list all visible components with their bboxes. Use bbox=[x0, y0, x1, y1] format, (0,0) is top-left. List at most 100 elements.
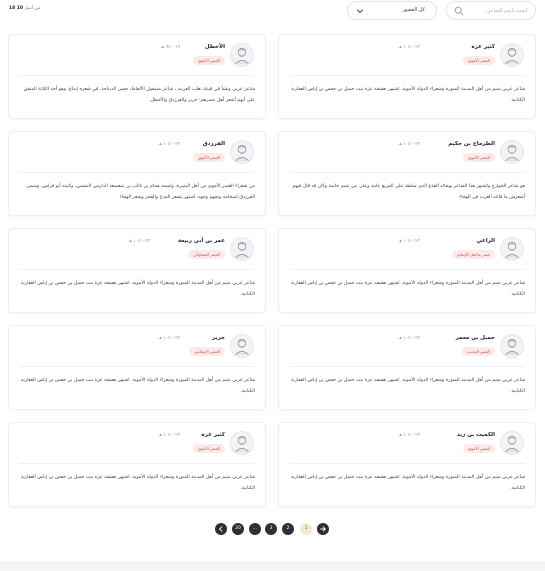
card-divider bbox=[289, 172, 525, 173]
pagination-next-button[interactable] bbox=[317, 523, 329, 535]
poet-dates: ٢٣ - ١٠٥ هـ bbox=[398, 45, 420, 50]
card-divider bbox=[289, 366, 525, 367]
poet-avatar bbox=[230, 237, 254, 261]
poet-card[interactable]: عمر بن أبي ربيعة ٢٣ - ١٠٥ هـ العصر المملوك… bbox=[8, 228, 266, 313]
poet-name[interactable]: كثير عزة bbox=[472, 44, 495, 50]
poet-name[interactable]: عمر بن أبي ربيعة bbox=[178, 238, 225, 244]
poet-card[interactable]: جرير ٢٣ - ١٠٥ هـ العصر الإسلامي شاعر عربي م… bbox=[8, 325, 266, 410]
poet-dates: ٢٣ - ١٠٥ هـ bbox=[398, 239, 420, 244]
card-divider bbox=[19, 463, 255, 464]
search-icon[interactable] bbox=[454, 6, 464, 16]
poet-bio: هو شاعر الخوارج واشتهر هذا الشاعر بهجائه… bbox=[292, 184, 525, 200]
poet-name[interactable]: الكميت بن زيد bbox=[457, 432, 495, 438]
pagination-prev-button[interactable] bbox=[215, 523, 227, 535]
chevron-down-icon bbox=[357, 9, 363, 14]
poet-card[interactable]: جميل بن معمر ٢٣ - ١٠٥ هـ العصر الحديث شاعر … bbox=[278, 325, 536, 410]
poet-portrait-icon bbox=[504, 339, 520, 356]
poet-bio: شاعر عربي متيم من أهل المدينة المنورة وش… bbox=[291, 281, 525, 297]
poet-bio: شاعر عربي ونشأ في قبيلة تغلب العربية ، ش… bbox=[23, 87, 255, 103]
poet-bio: شاعر عربي متيم من أهل المدينة المنورة وش… bbox=[291, 87, 525, 103]
poet-dates: ٢٣ - ١٠٥ هـ bbox=[158, 433, 180, 438]
poets-list-page: كل العصور 18 من أصل 10 كثير عزة ٢٣ - ١٠٥ … bbox=[0, 0, 545, 571]
footer bbox=[0, 561, 545, 571]
era-filter-select[interactable]: كل العصور bbox=[347, 1, 437, 20]
poet-dates: ١٩ - ٩٢ هـ bbox=[160, 45, 180, 50]
era-badge: العصر الأموي bbox=[463, 153, 495, 162]
poet-dates: ٢٣ - ١٠٥ هـ bbox=[158, 142, 180, 147]
poet-portrait-icon bbox=[234, 242, 250, 259]
poet-dates: ٢٣ - ١٠٥ هـ bbox=[398, 433, 420, 438]
poet-avatar bbox=[500, 140, 524, 164]
pagination: 20 ... 3 2 1 bbox=[0, 523, 545, 537]
card-divider bbox=[289, 75, 525, 76]
toolbar: كل العصور 18 من أصل 10 bbox=[0, 0, 545, 24]
era-filter-value: كل العصور bbox=[402, 7, 425, 13]
pagination-page-1[interactable]: 1 bbox=[300, 523, 312, 535]
poet-avatar bbox=[230, 140, 254, 164]
poet-name[interactable]: الفرزدق bbox=[203, 141, 225, 147]
card-divider bbox=[19, 172, 255, 173]
era-badge: العصر الأموي bbox=[193, 153, 225, 162]
pagination-page-last[interactable]: 20 bbox=[232, 523, 244, 535]
poet-portrait-icon bbox=[504, 145, 520, 162]
card-divider bbox=[289, 269, 525, 270]
poet-card[interactable]: كثير عزة ٢٣ - ١٠٥ هـ العصر الأموي شاعر عربي… bbox=[8, 422, 266, 507]
poet-name[interactable]: الطرماح بن حكيم bbox=[448, 141, 495, 147]
poet-portrait-icon bbox=[234, 145, 250, 162]
poet-name[interactable]: جرير bbox=[212, 335, 225, 341]
era-badge: العصر الأموي bbox=[193, 56, 225, 65]
era-badge: العصر الحديث bbox=[461, 347, 495, 356]
era-badge: العصر الأموي bbox=[463, 56, 495, 65]
results-count: 18 من أصل 10 bbox=[9, 6, 40, 11]
era-badge: العصر الأموي bbox=[193, 444, 225, 453]
poet-portrait-icon bbox=[234, 436, 250, 453]
poet-dates: ٢٣ - ١٠٥ هـ bbox=[398, 142, 420, 147]
poet-avatar bbox=[500, 431, 524, 455]
arrow-right-icon bbox=[320, 526, 326, 532]
poet-bio: شاعر عربي متيم من أهل المدينة المنورة وش… bbox=[291, 475, 525, 491]
poet-avatar bbox=[230, 334, 254, 358]
poet-card[interactable]: كثير عزة ٢٣ - ١٠٥ هـ العصر الأموي شاعر عربي… bbox=[278, 34, 536, 119]
poet-avatar bbox=[500, 43, 524, 67]
poet-dates: ٢٣ - ١٠٥ هـ bbox=[158, 336, 180, 341]
results-prefix: من أصل bbox=[24, 6, 41, 11]
poet-avatar bbox=[230, 431, 254, 455]
pagination-page-3[interactable]: 3 bbox=[265, 523, 277, 535]
search-box[interactable] bbox=[446, 1, 536, 20]
poet-avatar bbox=[500, 334, 524, 358]
poet-card[interactable]: الفرزدق ٢٣ - ١٠٥ هـ العصر الأموي من شعراء ا… bbox=[8, 131, 266, 216]
era-badge: العصر الأموي bbox=[463, 444, 495, 453]
search-input[interactable] bbox=[465, 5, 527, 17]
results-total: 18 bbox=[9, 6, 16, 11]
poet-avatar bbox=[230, 43, 254, 67]
poet-card[interactable]: الطرماح بن حكيم ٢٣ - ١٠٥ هـ العصر الأموي هو… bbox=[278, 131, 536, 216]
era-badge: عصر ما قبل الإسلام bbox=[452, 250, 495, 259]
card-divider bbox=[19, 366, 255, 367]
poet-avatar bbox=[500, 237, 524, 261]
arrow-left-icon bbox=[218, 526, 223, 532]
poet-portrait-icon bbox=[504, 436, 520, 453]
poet-portrait-icon bbox=[504, 48, 520, 65]
pagination-page-2[interactable]: 2 bbox=[282, 523, 294, 535]
poet-dates: ٢٣ - ١٠٥ هـ bbox=[398, 336, 420, 341]
poet-card[interactable]: الكميت بن زيد ٢٣ - ١٠٥ هـ العصر الأموي شاعر… bbox=[278, 422, 536, 507]
poet-name[interactable]: الراعي bbox=[476, 238, 495, 244]
poet-bio: من شعراء العصر الأموي من أهل البصرة، واس… bbox=[26, 184, 255, 200]
results-shown: 10 bbox=[16, 6, 23, 11]
pagination-ellipsis: ... bbox=[249, 523, 261, 535]
poet-card[interactable]: الأخطل ١٩ - ٩٢ هـ العصر الأموي شاعر عربي ون… bbox=[8, 34, 266, 119]
poet-name[interactable]: الأخطل bbox=[205, 44, 225, 50]
poet-dates: ٢٣ - ١٠٥ هـ bbox=[128, 239, 150, 244]
era-badge: العصر الإسلامي bbox=[189, 347, 225, 356]
poet-name[interactable]: كثير عزة bbox=[202, 432, 225, 438]
card-divider bbox=[19, 75, 255, 76]
poet-bio: شاعر عربي متيم من أهل المدينة المنورة وش… bbox=[21, 475, 255, 491]
poet-portrait-icon bbox=[234, 339, 250, 356]
era-badge: العصر المملوكي bbox=[188, 250, 225, 259]
poet-card[interactable]: الراعي ٢٣ - ١٠٥ هـ عصر ما قبل الإسلام شاعر … bbox=[278, 228, 536, 313]
poet-name[interactable]: جميل بن معمر bbox=[456, 335, 495, 341]
card-divider bbox=[289, 463, 525, 464]
poet-bio: شاعر عربي متيم من أهل المدينة المنورة وش… bbox=[291, 378, 525, 394]
poet-bio: شاعر عربي متيم من أهل المدينة المنورة وش… bbox=[21, 378, 255, 394]
poet-portrait-icon bbox=[234, 48, 250, 65]
